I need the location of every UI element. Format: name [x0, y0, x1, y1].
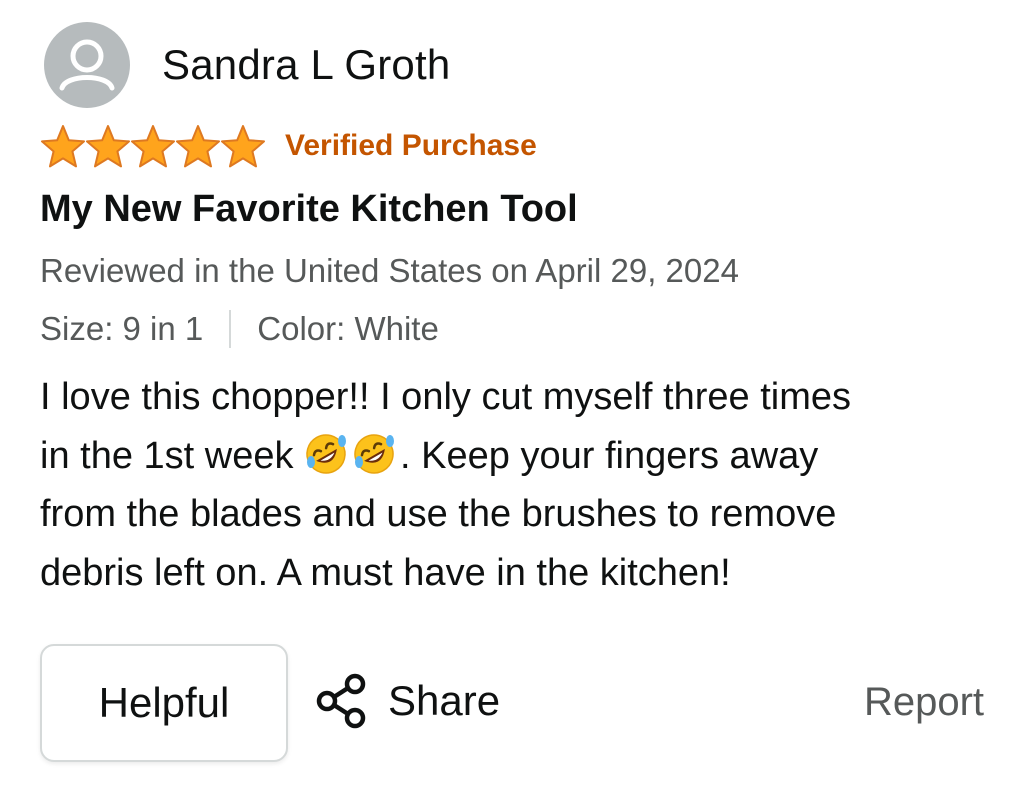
reviewer-name: Sandra L Groth [162, 41, 451, 88]
review-body-line: from the blades and use the brushes to r… [40, 493, 837, 535]
share-button[interactable]: Share [314, 672, 500, 730]
variant-divider [229, 310, 232, 348]
report-link[interactable]: Report [864, 680, 984, 725]
default-user-icon [59, 39, 115, 91]
star-icon [41, 125, 85, 168]
review-body-line: in the 1st week . Keep your fingers away [40, 427, 1000, 486]
variant-size: Size: 9 in 1 [40, 310, 204, 347]
rolling-on-floor-laughing-emoji-icon [306, 433, 347, 474]
review-body-text: . Keep your fingers away [400, 434, 819, 477]
review-body-text: in the 1st week [40, 434, 294, 477]
rolling-on-floor-laughing-emoji-icon [354, 433, 395, 474]
review-title: My New Favorite Kitchen Tool [40, 188, 578, 230]
review-date: Reviewed in the United States on April 2… [40, 252, 739, 289]
star-icon [131, 125, 175, 168]
verified-purchase-badge[interactable]: Verified Purchase [285, 129, 537, 163]
review-card: Sandra L Groth Verified Purchase My New … [0, 0, 1024, 792]
reviewer-profile[interactable]: Sandra L Groth [44, 22, 450, 108]
rating-row: Verified Purchase [40, 124, 537, 168]
variant-color: Color: White [257, 310, 439, 347]
star-icon [221, 125, 265, 168]
share-icon [316, 673, 366, 729]
review-body: I love this chopper!! I only cut myself … [40, 368, 1000, 602]
star-rating [40, 124, 265, 168]
review-body-line: I love this chopper!! I only cut myself … [40, 376, 852, 418]
star-icon [176, 125, 220, 168]
star-icon [86, 125, 130, 168]
avatar [44, 22, 130, 108]
share-label: Share [388, 677, 501, 724]
review-actions: Helpful Share Report [40, 644, 984, 764]
product-variant[interactable]: Size: 9 in 1 Color: White [40, 310, 439, 348]
review-body-line: debris left on. A must have in the kitch… [40, 551, 731, 594]
helpful-button[interactable]: Helpful [40, 644, 288, 762]
